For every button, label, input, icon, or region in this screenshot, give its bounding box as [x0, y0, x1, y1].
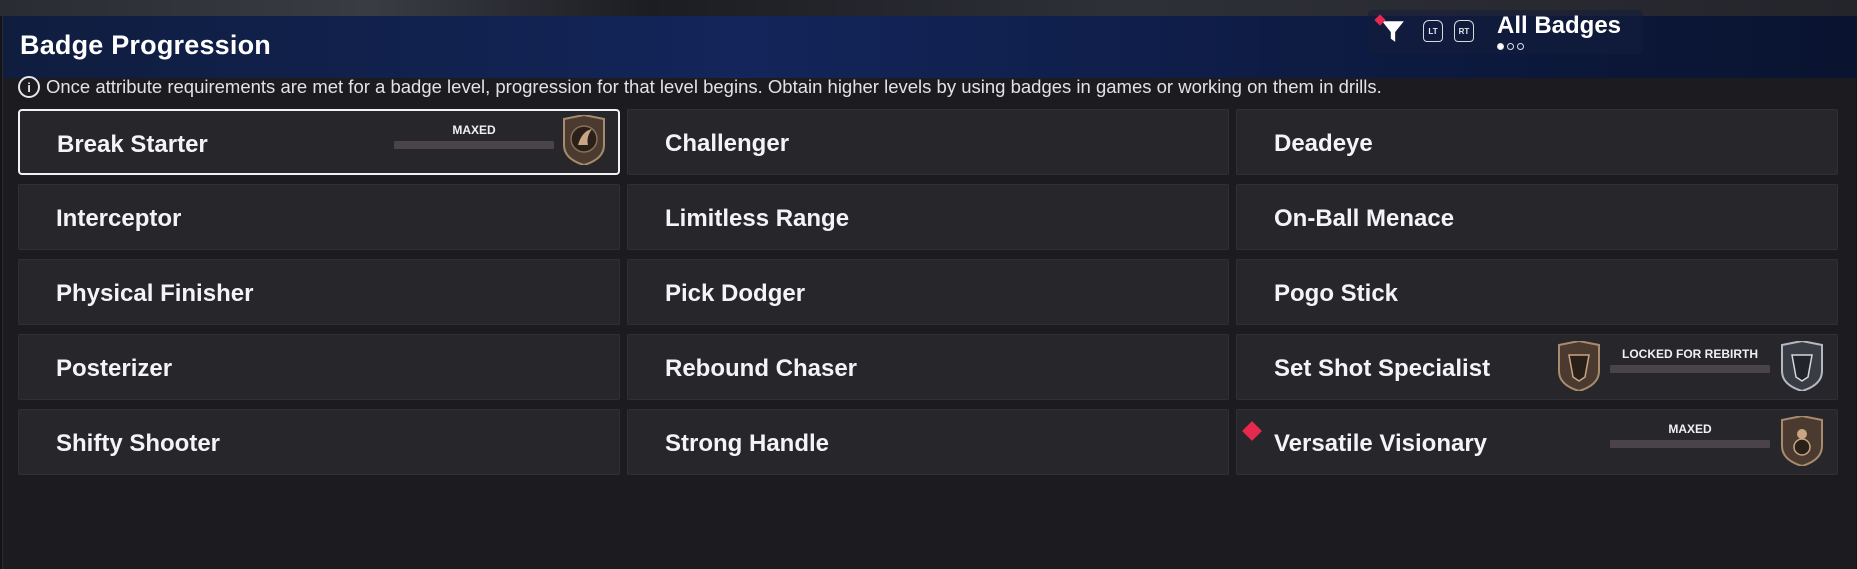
- badge-emblem-icon: [1781, 416, 1823, 466]
- page-dot: [1517, 43, 1524, 50]
- badge-card-physical-finisher[interactable]: Physical Finisher: [18, 259, 620, 325]
- badge-status: LOCKED FOR REBIRTH: [1622, 347, 1758, 361]
- rt-button-icon[interactable]: RT: [1454, 20, 1474, 42]
- badge-name: Posterizer: [56, 355, 173, 382]
- badge-card-on-ball-menace[interactable]: On-Ball Menace: [1236, 184, 1838, 250]
- badge-emblem-icon: [1781, 341, 1823, 391]
- badge-card-strong-handle[interactable]: Strong Handle: [627, 409, 1229, 475]
- badge-name: Pogo Stick: [1274, 280, 1399, 307]
- badge-card-deadeye[interactable]: Deadeye: [1236, 109, 1838, 175]
- badge-name: Shifty Shooter: [56, 430, 221, 457]
- page-dot: [1507, 43, 1514, 50]
- info-row: i Once attribute requirements are met fo…: [18, 76, 1382, 98]
- badge-name: Pick Dodger: [665, 280, 806, 307]
- info-text: Once attribute requirements are met for …: [46, 76, 1382, 97]
- badge-progress: MAXED: [1610, 422, 1770, 448]
- info-icon: i: [18, 76, 40, 98]
- badge-card-challenger[interactable]: Challenger: [627, 109, 1229, 175]
- badge-name: Set Shot Specialist: [1274, 355, 1491, 382]
- lt-button-icon[interactable]: LT: [1423, 20, 1443, 42]
- badge-emblem-icon: [563, 115, 605, 165]
- badge-name: Rebound Chaser: [665, 355, 858, 382]
- badge-card-pogo-stick[interactable]: Pogo Stick: [1236, 259, 1838, 325]
- badge-name: Interceptor: [56, 205, 182, 232]
- badge-card-pick-dodger[interactable]: Pick Dodger: [627, 259, 1229, 325]
- badge-card-rebound-chaser[interactable]: Rebound Chaser: [627, 334, 1229, 400]
- badge-card-limitless-range[interactable]: Limitless Range: [627, 184, 1229, 250]
- badge-card-break-starter[interactable]: Break Starter MAXED: [18, 109, 620, 175]
- badge-grid: Break Starter MAXED Challenger Deadeye I…: [18, 109, 1838, 475]
- badge-name: Deadeye: [1274, 130, 1373, 157]
- progress-bar: [1610, 365, 1770, 373]
- badge-status: MAXED: [452, 123, 496, 137]
- page-indicator: [1497, 43, 1524, 53]
- badge-name: Challenger: [665, 130, 790, 157]
- badge-card-set-shot-specialist[interactable]: Set Shot Specialist LOCKED FOR REBIRTH: [1236, 334, 1838, 400]
- badge-name: Break Starter: [57, 131, 208, 158]
- badge-name: Strong Handle: [665, 430, 830, 457]
- progress-bar: [394, 141, 554, 149]
- badge-progress: MAXED: [394, 123, 554, 149]
- progress-bar: [1610, 440, 1770, 448]
- badge-card-interceptor[interactable]: Interceptor: [18, 184, 620, 250]
- badge-status: MAXED: [1668, 422, 1712, 436]
- badge-name: Physical Finisher: [56, 280, 254, 307]
- new-indicator-icon: [1242, 421, 1262, 441]
- filter-icon[interactable]: [1380, 18, 1406, 44]
- page-title: Badge Progression: [20, 30, 271, 60]
- badge-name: On-Ball Menace: [1274, 205, 1455, 232]
- badge-progress: LOCKED FOR REBIRTH: [1610, 347, 1770, 373]
- page-dot: [1497, 43, 1504, 50]
- badge-card-posterizer[interactable]: Posterizer: [18, 334, 620, 400]
- badge-name: Limitless Range: [665, 205, 850, 232]
- badge-card-versatile-visionary[interactable]: Versatile Visionary MAXED: [1236, 409, 1838, 475]
- badge-name: Versatile Visionary: [1274, 430, 1488, 457]
- filter-label[interactable]: All Badges: [1497, 12, 1621, 40]
- badge-card-shifty-shooter[interactable]: Shifty Shooter: [18, 409, 620, 475]
- badge-emblem-icon: [1558, 341, 1600, 391]
